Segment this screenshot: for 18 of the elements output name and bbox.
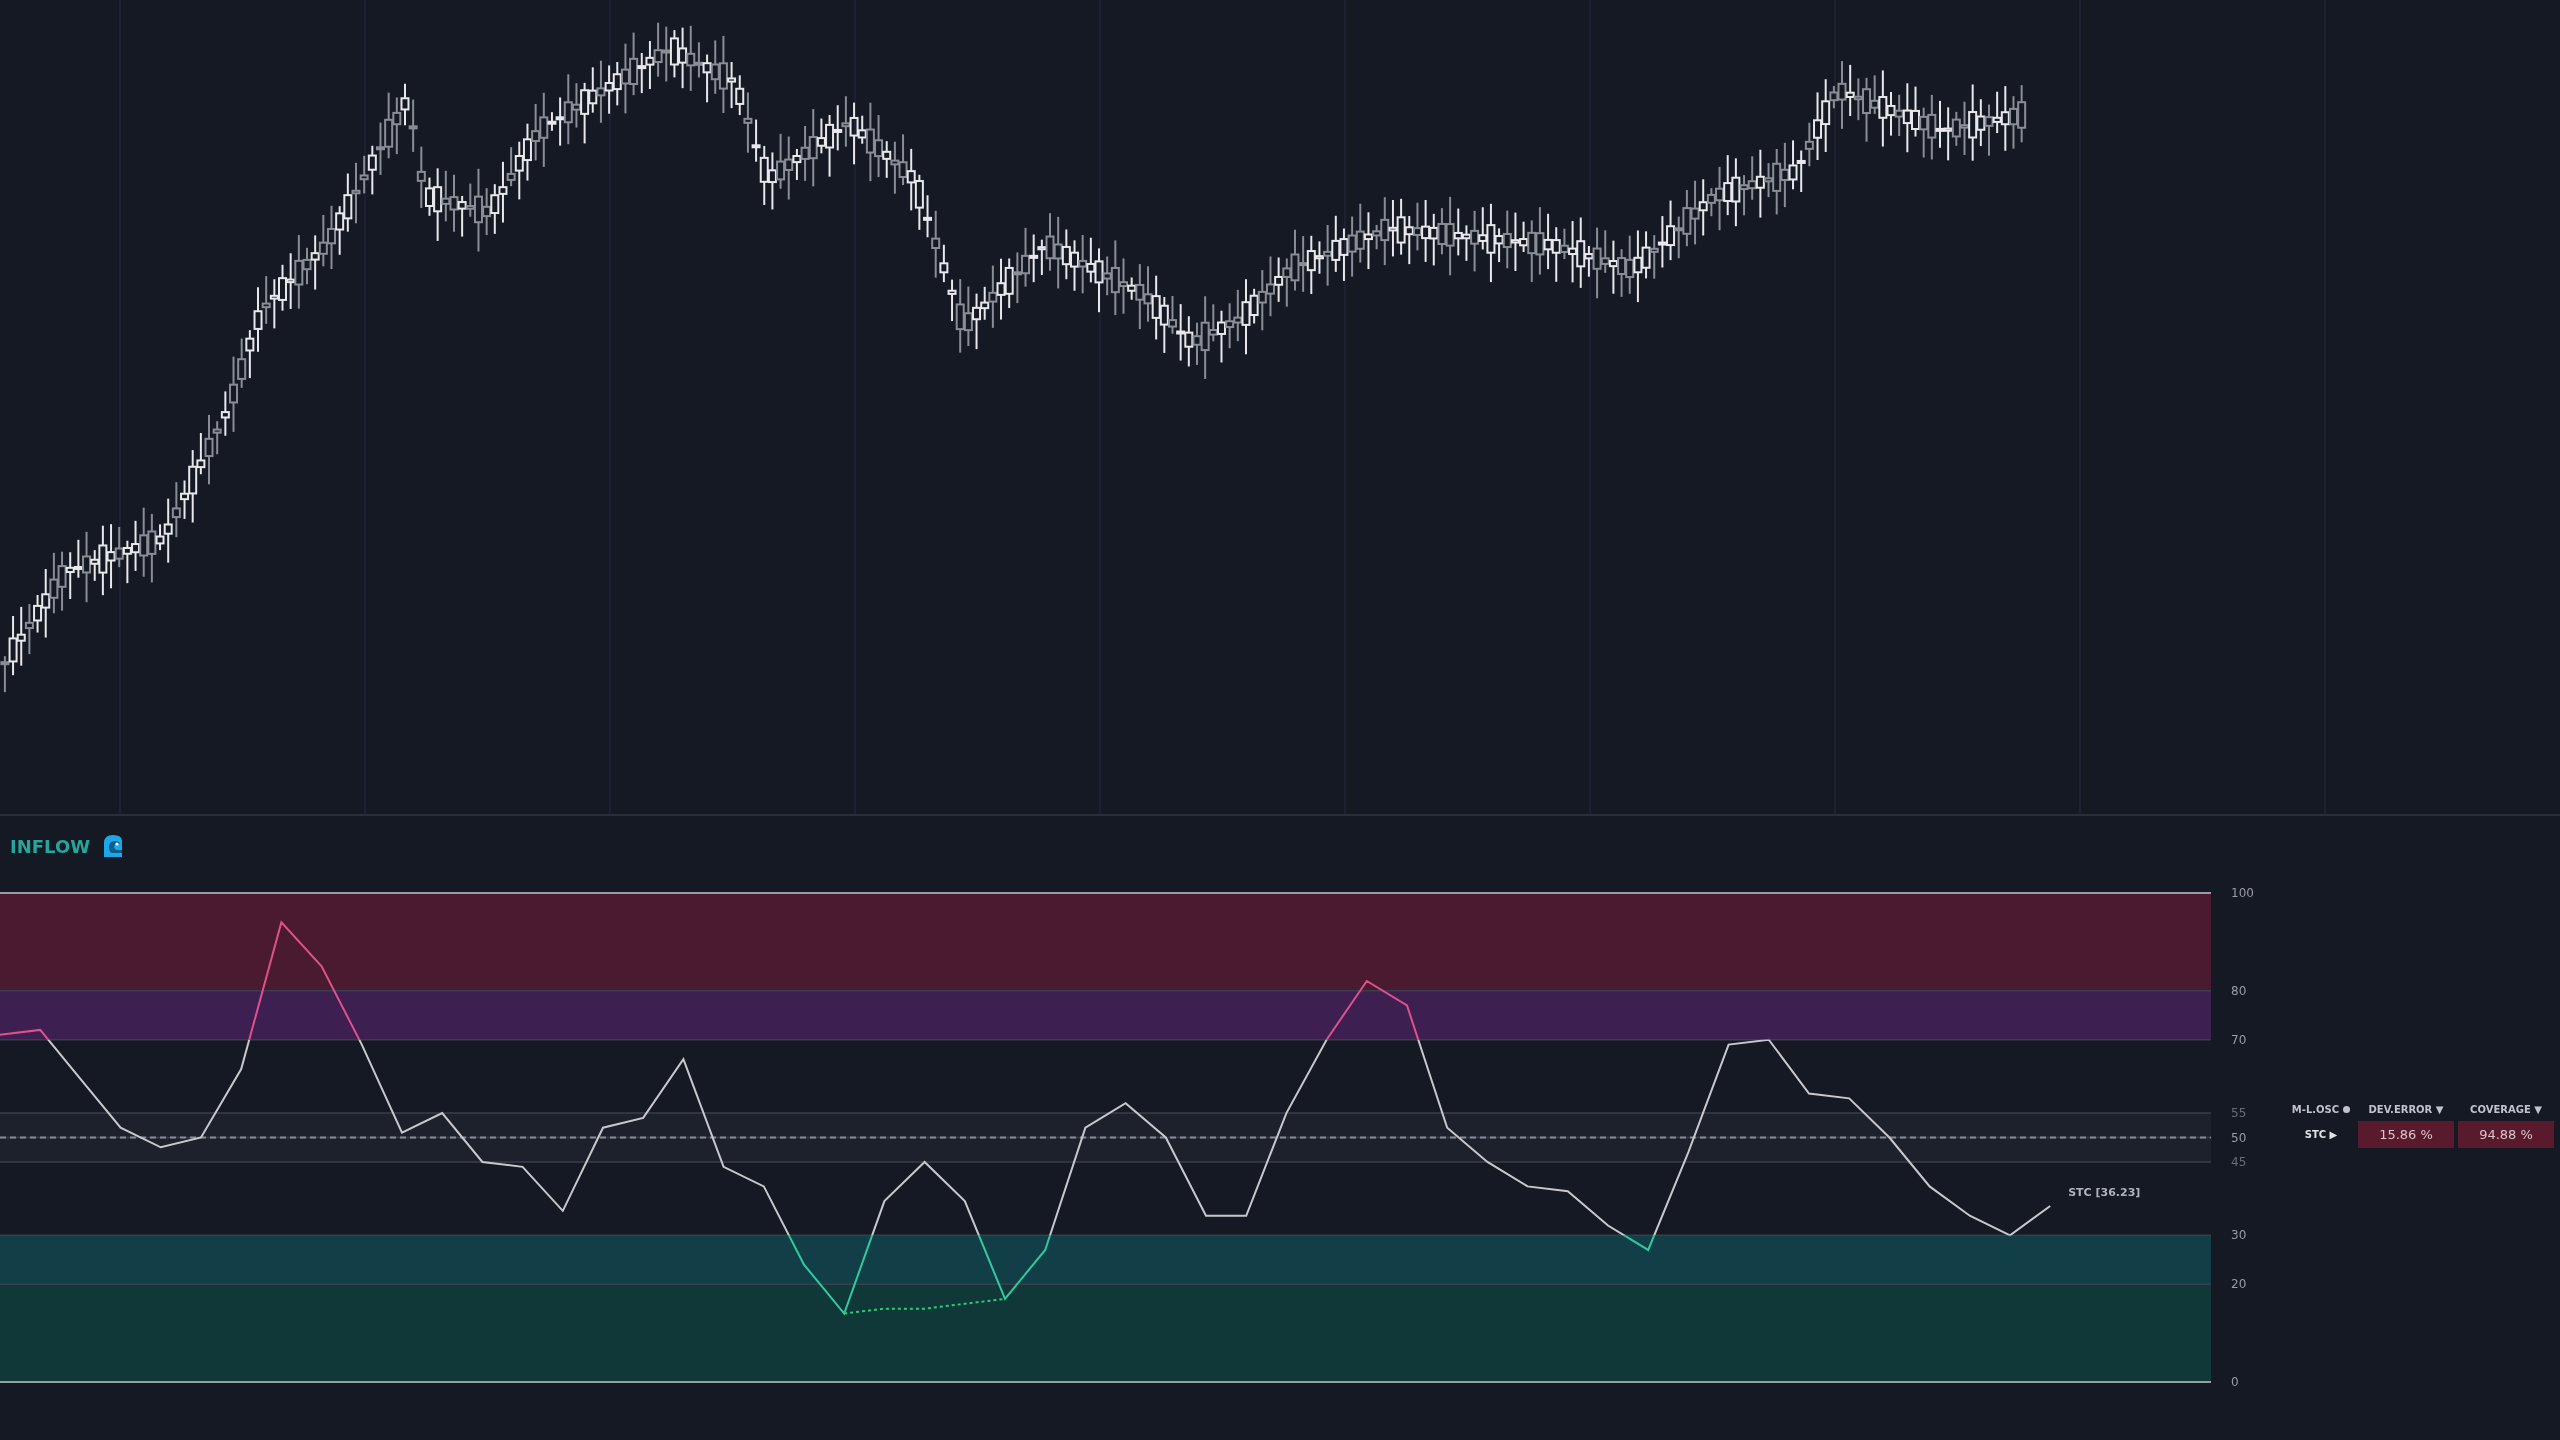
column-header: COVERAGE ▼	[2469, 1104, 2543, 1115]
axis-tick-label: 100	[2231, 886, 2254, 900]
value-cell: 94.88 %	[2458, 1121, 2554, 1148]
axis-tick-label: 50	[2231, 1130, 2247, 1145]
axis-tick-label: 70	[2231, 1032, 2247, 1047]
axis-tick-label: 55	[2231, 1106, 2247, 1121]
series-value-label: STC [36.23]	[2068, 1185, 2141, 1199]
dot-icon	[2343, 1106, 2351, 1113]
axis-tick-label: 45	[2231, 1154, 2247, 1169]
indicator-title: INFLOW	[10, 835, 91, 857]
column-header: DEV.ERROR ▼	[2367, 1104, 2445, 1115]
axis-tick-label: 0	[2231, 1375, 2239, 1389]
axis-tick-label: 20	[2231, 1277, 2247, 1292]
row-label: STC ▶	[2303, 1129, 2339, 1140]
axis-tick-label: 30	[2231, 1228, 2247, 1243]
value-cell: 15.86 %	[2358, 1121, 2454, 1148]
column-header: M-L.OSC	[2291, 1104, 2340, 1115]
axis-tick-label: 80	[2231, 983, 2247, 998]
